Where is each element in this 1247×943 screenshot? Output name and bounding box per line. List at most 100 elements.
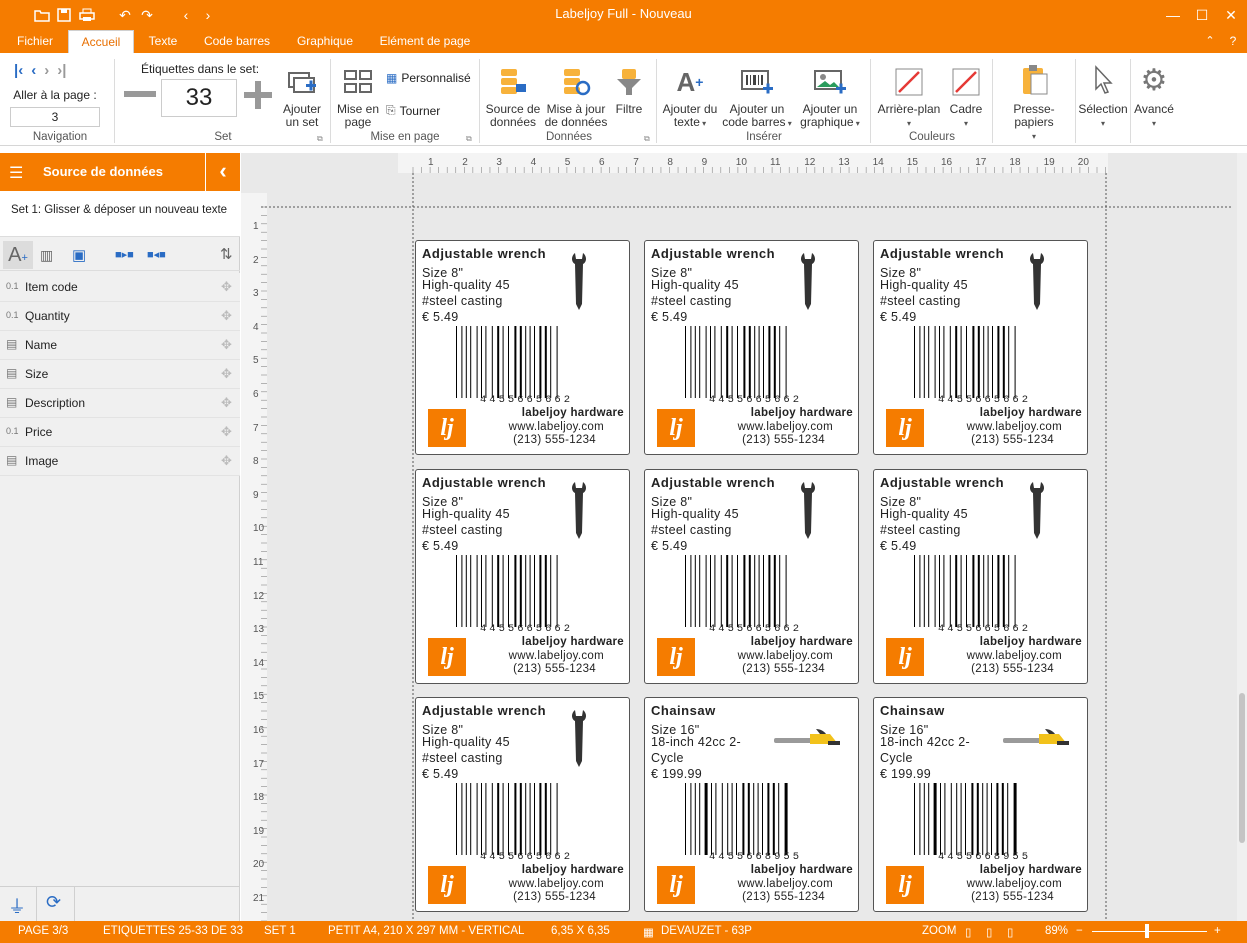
barcode-number: 4455665662 [479, 623, 573, 635]
numeric-field-icon: 0.1 [6, 281, 19, 291]
label-company: labeljoy hardware [979, 636, 1082, 648]
goto-page-input[interactable]: 3 [10, 107, 100, 127]
zoom-out-button[interactable]: − [1076, 925, 1083, 937]
minimize-button[interactable]: — [1158, 4, 1188, 26]
label-card[interactable]: Adjustable wrench Size 8" High-quality 45 #… [644, 469, 859, 684]
set-dialog-launcher-icon[interactable]: ⧉ [317, 134, 323, 144]
text-field-icon[interactable]: A+ [3, 241, 33, 269]
collapse-icon[interactable]: ■◂■ [147, 248, 166, 261]
tab-code-barres[interactable]: Code barres [196, 30, 278, 53]
label-card[interactable]: Adjustable wrench Size 8" High-quality 45 #… [873, 240, 1088, 455]
tab-element-de-page[interactable]: Elément de page [372, 30, 478, 53]
layout-dialog-launcher-icon[interactable]: ⧉ [466, 134, 472, 144]
collapse-panel-button[interactable]: ‹ [205, 153, 240, 191]
next-page-icon[interactable]: › [44, 62, 49, 79]
ruler-tick-label: 14 [872, 157, 884, 168]
scrollbar-thumb[interactable] [1239, 693, 1245, 843]
selection-button[interactable]: Sélection ▾ [1078, 61, 1128, 130]
rotate-button[interactable]: ⎘ Tourner [386, 103, 440, 118]
label-description-1: 18-inch 42cc 2- [880, 735, 970, 749]
field-item[interactable]: ▤ Name ✥ [0, 331, 240, 360]
image-field-icon[interactable]: ▣ [72, 246, 86, 264]
field-item[interactable]: 0.1 Item code ✥ [0, 273, 240, 302]
label-card[interactable]: Chainsaw Size 16" 18-inch 42cc 2- Cycle € 19… [644, 697, 859, 912]
fit-width-icon[interactable]: ▯ [986, 925, 992, 939]
labeljoy-logo: lj [886, 866, 924, 904]
barcode-field-icon[interactable]: ▥ [40, 247, 53, 264]
close-button[interactable]: ✕ [1216, 4, 1246, 26]
label-name: Adjustable wrench [651, 246, 776, 261]
collapse-ribbon-icon[interactable]: ⌃ [1200, 30, 1220, 53]
clipboard-button[interactable]: Presse-papiers ▾ [995, 61, 1073, 143]
page-layout-button[interactable]: Mise en page [336, 65, 380, 129]
data-dialog-launcher-icon[interactable]: ⧉ [644, 134, 650, 144]
increase-button[interactable] [243, 80, 273, 110]
label-card[interactable]: Adjustable wrench Size 8" High-quality 45 #… [415, 240, 630, 455]
page-view-icon[interactable]: ▯ [965, 925, 971, 939]
update-data-button[interactable]: Mise à jour de données [544, 65, 608, 129]
add-barcode-button[interactable]: Ajouter un code barres ▾ [722, 65, 792, 130]
first-page-icon[interactable]: |‹ [14, 62, 23, 79]
data-source-button[interactable]: Source de données [484, 65, 542, 129]
last-page-icon[interactable]: ›| [57, 62, 66, 79]
drag-handle-icon[interactable]: ✥ [221, 366, 232, 382]
tab-fichier[interactable]: Fichier [8, 30, 62, 53]
field-item[interactable]: ▤ Description ✥ [0, 389, 240, 418]
label-description-2: #steel casting [880, 294, 961, 308]
label-canvas[interactable]: 1 2 3 4 5 6 7 8 9 10 11 12 13 14 15 16 17 18 19 20 12345678… [241, 153, 1247, 921]
sort-icon[interactable]: ⇅ [220, 245, 233, 263]
label-card[interactable]: Adjustable wrench Size 8" High-quality 45 #… [415, 469, 630, 684]
frame-color-icon [946, 65, 986, 99]
tab-texte[interactable]: Texte [140, 30, 186, 53]
connect-icon[interactable]: ⏚ [8, 893, 26, 919]
fit-page-icon[interactable]: ▯ [1007, 925, 1013, 939]
zoom-slider[interactable] [1092, 931, 1207, 932]
filter-button[interactable]: Filtre [612, 65, 646, 116]
add-graphic-button[interactable]: Ajouter un graphique ▾ [796, 65, 864, 130]
add-set-button[interactable]: Ajouter un set [280, 65, 324, 129]
labels-count-input[interactable]: 33 [161, 79, 237, 117]
decrease-button[interactable] [124, 91, 156, 97]
frame-color-button[interactable]: Cadre ▾ [946, 65, 986, 130]
label-card[interactable]: Chainsaw Size 16" 18-inch 42cc 2- Cycle € 19… [873, 697, 1088, 912]
text-field-icon: ▤ [6, 337, 18, 351]
add-text-button[interactable]: A + Ajouter du texte ▾ [661, 65, 719, 130]
label-name: Chainsaw [880, 703, 945, 718]
drag-handle-icon[interactable]: ✥ [221, 279, 232, 295]
custom-button[interactable]: ▦ Personnalisé [386, 71, 471, 85]
tab-accueil[interactable]: Accueil [68, 30, 134, 53]
label-card[interactable]: Adjustable wrench Size 8" High-quality 45 #… [873, 469, 1088, 684]
wrench-icon [797, 251, 817, 316]
prev-page-icon[interactable]: ‹ [31, 62, 36, 79]
update-data-label: Mise à jour de données [544, 102, 608, 129]
ribbon: |‹ ‹ › ›| Aller à la page : 3 Navigation… [0, 53, 1247, 146]
drag-handle-icon[interactable]: ✥ [221, 308, 232, 324]
ruler-tick-label: 19 [253, 825, 265, 837]
maximize-button[interactable]: ☐ [1187, 4, 1217, 26]
zoom-in-button[interactable]: + [1214, 925, 1221, 937]
field-item[interactable]: 0.1 Quantity ✥ [0, 302, 240, 331]
drag-handle-icon[interactable]: ✥ [221, 453, 232, 469]
drag-handle-icon[interactable]: ✥ [221, 424, 232, 440]
background-color-button[interactable]: Arrière-plan ▾ [874, 65, 944, 130]
status-page: PAGE 3/3 [18, 925, 69, 937]
ruler-tick-label: 10 [735, 157, 747, 168]
ruler-tick-label: 20 [253, 859, 265, 871]
field-item[interactable]: ▤ Image ✥ [0, 447, 240, 476]
zoom-slider-thumb[interactable] [1145, 924, 1149, 938]
drag-handle-icon[interactable]: ✥ [221, 395, 232, 411]
refresh-icon[interactable]: ⟳ [46, 892, 61, 913]
vertical-scrollbar[interactable] [1237, 153, 1247, 921]
label-phone: (213) 555-1234 [971, 663, 1054, 675]
advanced-button[interactable]: ⚙ Avancé ▾ [1132, 61, 1176, 130]
label-card[interactable]: Adjustable wrench Size 8" High-quality 45 #… [415, 697, 630, 912]
field-item[interactable]: 0.1 Price ✥ [0, 418, 240, 447]
drag-handle-icon[interactable]: ✥ [221, 337, 232, 353]
ruler-tick-label: 1 [253, 221, 259, 232]
tab-graphique[interactable]: Graphique [288, 30, 362, 53]
expand-icon[interactable]: ■▸■ [115, 248, 134, 261]
field-item[interactable]: ▤ Size ✥ [0, 360, 240, 389]
help-icon[interactable]: ? [1224, 30, 1242, 53]
add-set-label: Ajouter un set [282, 102, 322, 129]
label-card[interactable]: Adjustable wrench Size 8" High-quality 45 #… [644, 240, 859, 455]
